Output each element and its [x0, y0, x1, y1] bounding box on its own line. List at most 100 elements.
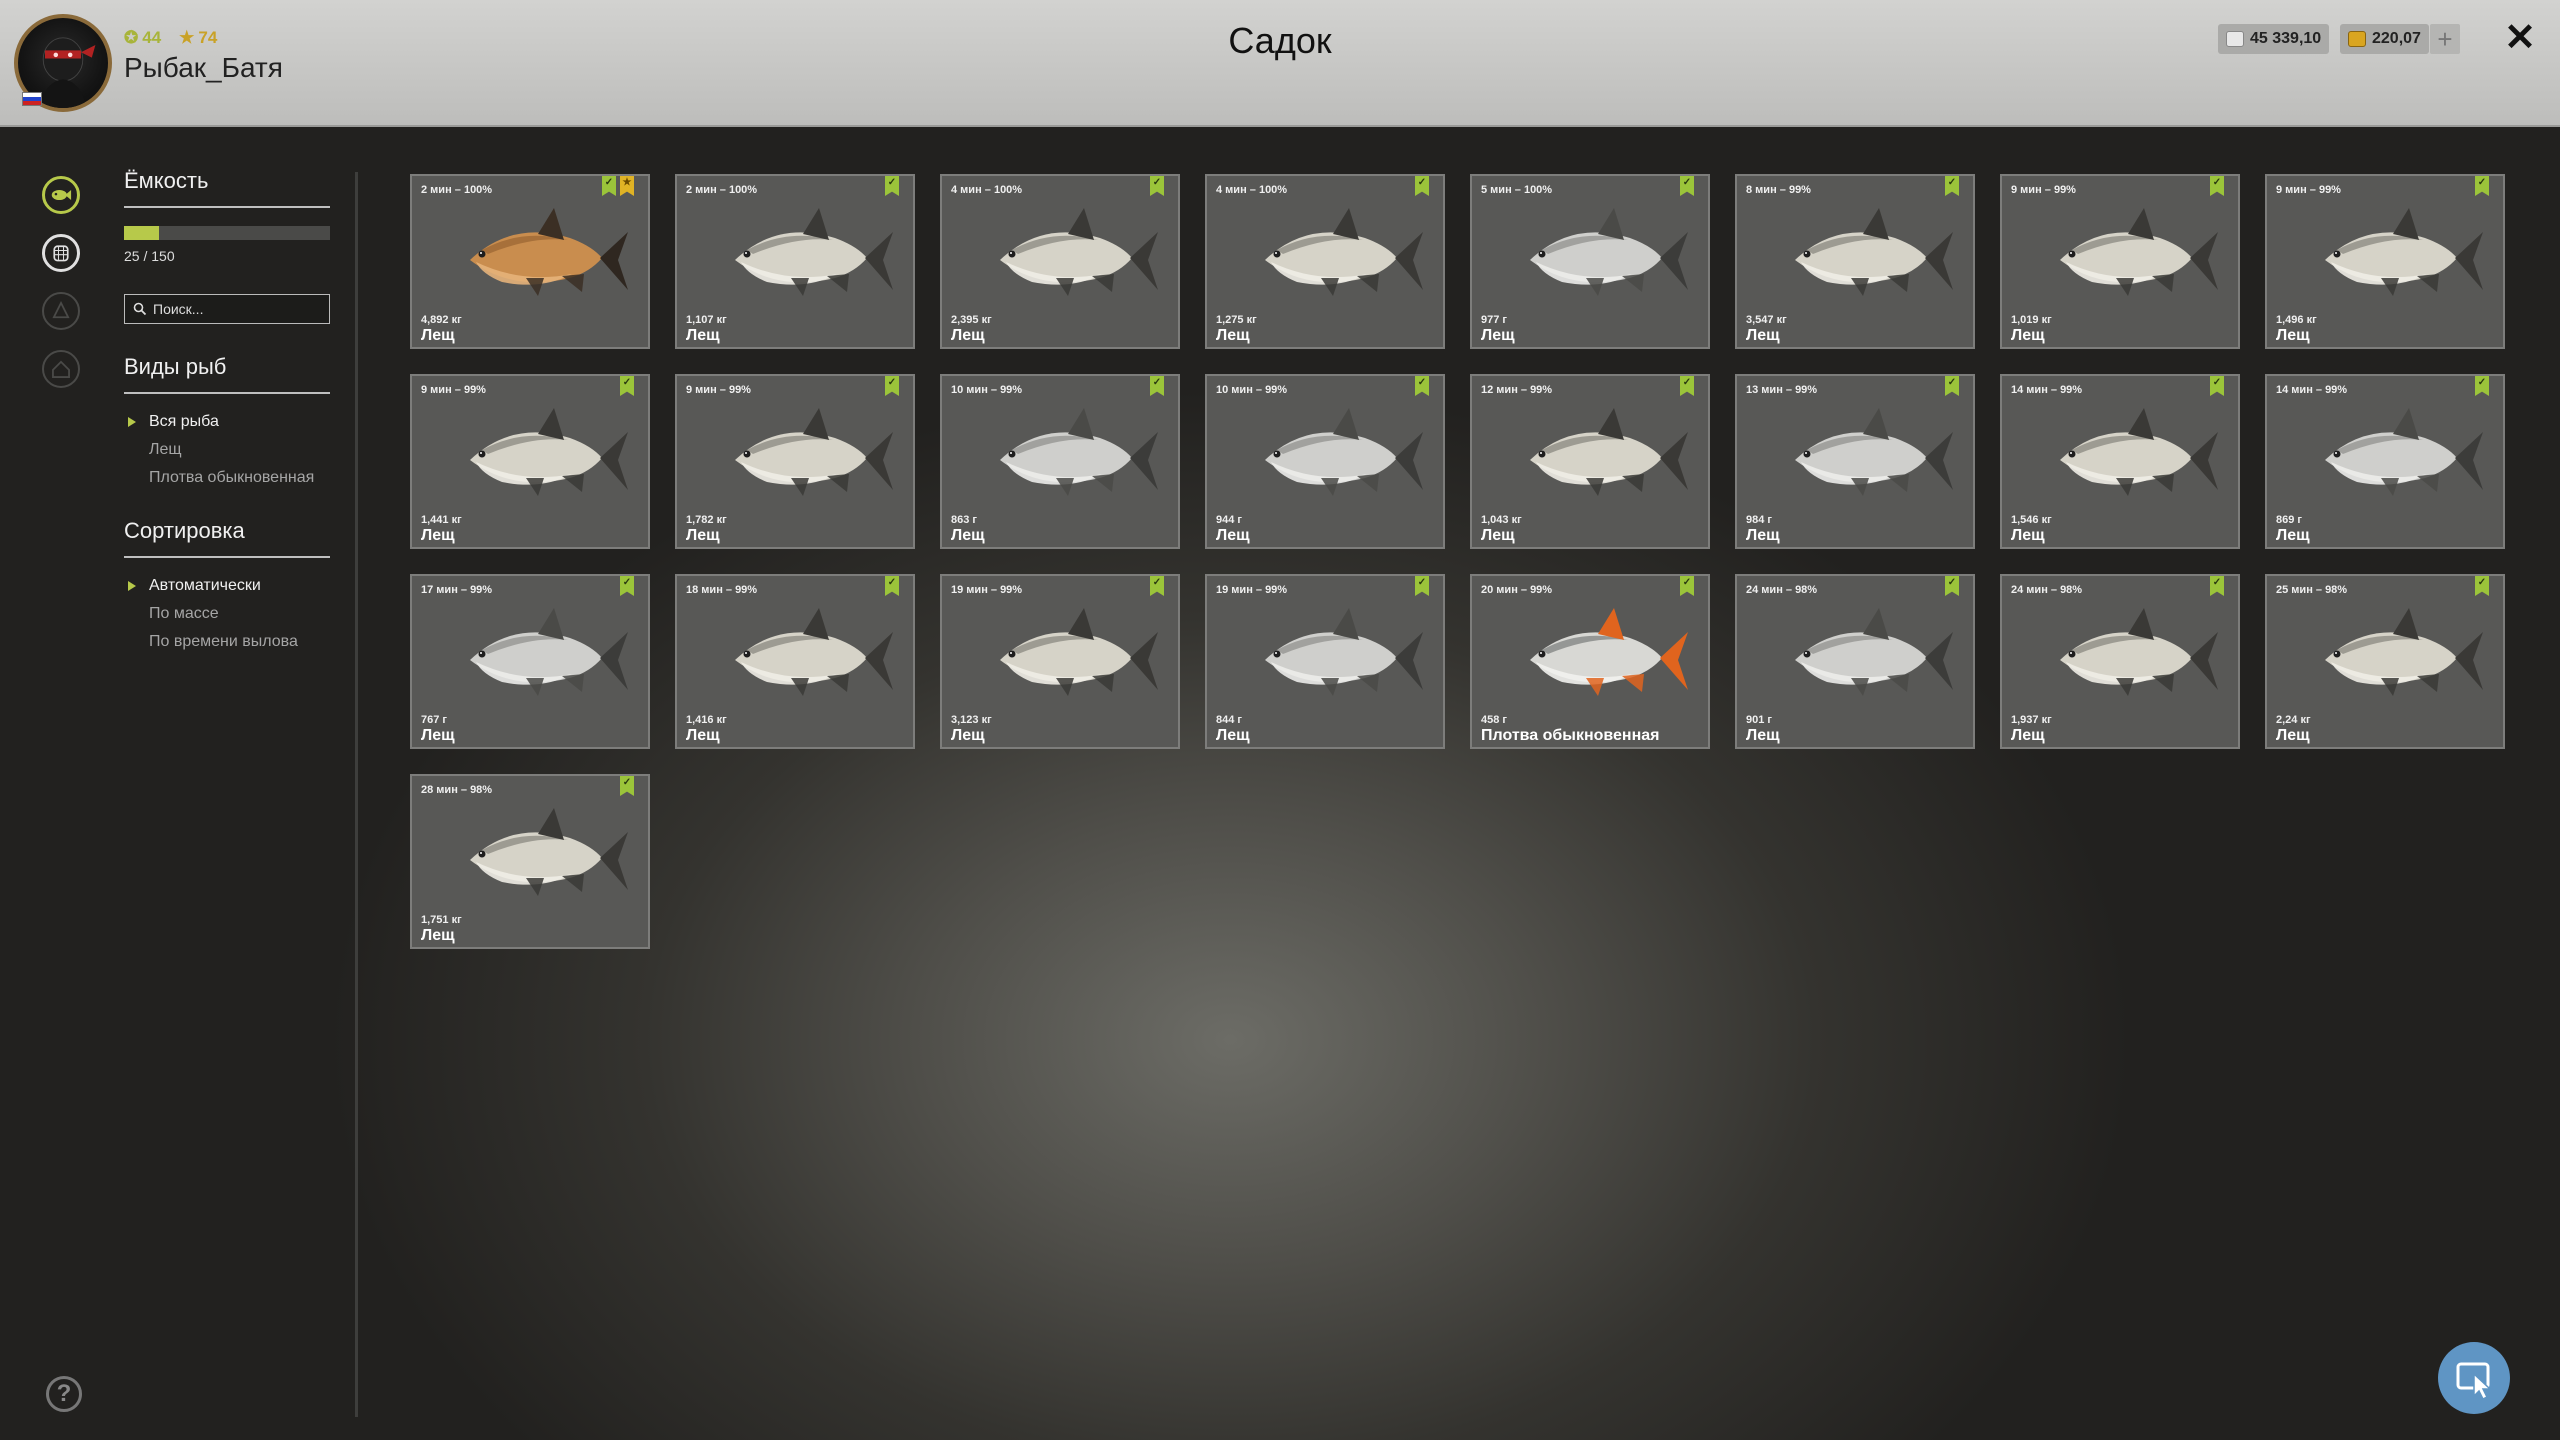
fish-card[interactable]: 12 мин – 99% ✓ 1,043 кг Лещ — [1470, 374, 1710, 549]
username[interactable]: Рыбак_Батя — [124, 52, 283, 84]
keep-bookmark-icon[interactable]: ✓ — [885, 376, 899, 396]
fish-card[interactable]: 20 мин – 99% ✓ 458 г Плотва обыкновенная — [1470, 574, 1710, 749]
catch-time-freshness: 25 мин – 98% — [2276, 584, 2348, 596]
fish-weight: 869 г — [2276, 514, 2302, 526]
fish-card[interactable]: 4 мин – 100% ✓ 1,275 кг Лещ — [1205, 174, 1445, 349]
fish-card[interactable]: 19 мин – 99% ✓ 3,123 кг Лещ — [940, 574, 1180, 749]
fish-image — [1000, 208, 1158, 296]
fish-card[interactable]: 5 мин – 100% ✓ 977 г Лещ — [1470, 174, 1710, 349]
fish-card[interactable]: 13 мин – 99% ✓ 984 г Лещ — [1735, 374, 1975, 549]
fish-card[interactable]: 2 мин – 100% ✓ ★ 4,892 кг Лещ — [410, 174, 650, 349]
rank-value: 74 — [198, 28, 218, 47]
keep-bookmark-icon[interactable]: ✓ — [885, 576, 899, 596]
fish-card[interactable]: 25 мин – 98% ✓ 2,24 кг Лещ — [2265, 574, 2505, 749]
keep-bookmark-icon[interactable]: ✓ — [1680, 176, 1694, 196]
keep-bookmark-icon[interactable]: ✓ — [1415, 576, 1429, 596]
keep-bookmark-icon[interactable]: ✓ — [1945, 576, 1959, 596]
fish-card[interactable]: 4 мин – 100% ✓ 2,395 кг Лещ — [940, 174, 1180, 349]
fish-name: Лещ — [951, 727, 985, 744]
keepnet-tab-icon[interactable] — [42, 234, 80, 272]
fish-card[interactable]: 28 мин – 98% ✓ 1,751 кг Лещ — [410, 774, 650, 949]
help-icon[interactable]: ? — [46, 1376, 82, 1412]
fish-card[interactable]: 9 мин – 99% ✓ 1,441 кг Лещ — [410, 374, 650, 549]
fish-name: Лещ — [2276, 727, 2310, 744]
keep-bookmark-icon[interactable]: ✓ — [2210, 176, 2224, 196]
player-stats: ✪ 44 ★ 74 — [124, 28, 217, 48]
keep-bookmark-icon[interactable]: ✓ — [2210, 576, 2224, 596]
keep-bookmark-icon[interactable]: ✓ — [602, 176, 616, 196]
fish-image — [2060, 408, 2218, 496]
fish-weight: 767 г — [421, 714, 447, 726]
fish-name: Лещ — [2011, 527, 2045, 544]
fish-card[interactable]: 14 мин – 99% ✓ 1,546 кг Лещ — [2000, 374, 2240, 549]
keep-bookmark-icon[interactable]: ✓ — [2475, 376, 2489, 396]
fish-card[interactable]: 2 мин – 100% ✓ 1,107 кг Лещ — [675, 174, 915, 349]
gold-balance[interactable]: 220,07 — [2340, 24, 2429, 54]
fish-card[interactable]: 10 мин – 99% ✓ 863 г Лещ — [940, 374, 1180, 549]
keep-bookmark-icon[interactable]: ✓ — [885, 176, 899, 196]
catch-time-freshness: 19 мин – 99% — [951, 584, 1023, 596]
fish-card[interactable]: 24 мин – 98% ✓ 1,937 кг Лещ — [2000, 574, 2240, 749]
fish-image — [1795, 208, 1953, 296]
cursor-mode-button[interactable] — [2438, 1342, 2510, 1414]
fish-image — [470, 608, 628, 696]
fish-card[interactable]: 18 мин – 99% ✓ 1,416 кг Лещ — [675, 574, 915, 749]
home-tab-icon[interactable] — [42, 350, 80, 388]
catch-time-freshness: 2 мин – 100% — [421, 184, 493, 196]
close-button[interactable]: ✕ — [2500, 18, 2540, 58]
fish-weight: 2,395 кг — [951, 314, 992, 326]
keep-bookmark-icon[interactable]: ✓ — [1680, 376, 1694, 396]
fish-card[interactable]: 8 мин – 99% ✓ 3,547 кг Лещ — [1735, 174, 1975, 349]
fish-card[interactable]: 24 мин – 98% ✓ 901 г Лещ — [1735, 574, 1975, 749]
keep-bookmark-icon[interactable]: ✓ — [620, 776, 634, 796]
species-option-all[interactable]: Вся рыба — [124, 408, 330, 436]
silver-balance[interactable]: 45 339,10 — [2218, 24, 2330, 54]
fish-card[interactable]: 9 мин – 99% ✓ 1,496 кг Лещ — [2265, 174, 2505, 349]
catch-time-freshness: 2 мин – 100% — [686, 184, 758, 196]
fish-name: Лещ — [1216, 727, 1250, 744]
fish-grid: 2 мин – 100% ✓ ★ 4,892 кг Лещ 2 мин – 10… — [410, 174, 2505, 949]
trophy-tab-icon[interactable] — [42, 292, 80, 330]
keep-bookmark-icon[interactable]: ✓ — [1150, 176, 1164, 196]
search-input[interactable] — [153, 301, 323, 317]
catch-time-freshness: 24 мин – 98% — [2011, 584, 2083, 596]
keep-bookmark-icon[interactable]: ✓ — [1150, 376, 1164, 396]
fish-image — [1530, 208, 1688, 296]
search-box[interactable] — [124, 294, 330, 324]
keep-bookmark-icon[interactable]: ✓ — [1415, 376, 1429, 396]
keep-bookmark-icon[interactable]: ✓ — [1680, 576, 1694, 596]
fish-weight: 1,107 кг — [686, 314, 727, 326]
level-icon: ✪ — [124, 28, 139, 47]
keep-bookmark-icon[interactable]: ✓ — [620, 576, 634, 596]
keep-bookmark-icon[interactable]: ✓ — [1150, 576, 1164, 596]
sort-option-auto[interactable]: Автоматически — [124, 572, 330, 600]
fish-card[interactable]: 9 мин – 99% ✓ 1,782 кг Лещ — [675, 374, 915, 549]
keep-bookmark-icon[interactable]: ✓ — [1945, 176, 1959, 196]
keep-bookmark-icon[interactable]: ✓ — [620, 376, 634, 396]
keep-bookmark-icon[interactable]: ✓ — [1415, 176, 1429, 196]
catch-time-freshness: 9 мин – 99% — [2011, 184, 2076, 196]
fish-name: Лещ — [951, 327, 985, 344]
fish-image — [735, 208, 893, 296]
species-option-bream[interactable]: Лещ — [124, 436, 330, 464]
keep-bookmark-icon[interactable]: ✓ — [2210, 376, 2224, 396]
trophy-bookmark-icon[interactable]: ★ — [620, 176, 634, 196]
fish-image — [2060, 608, 2218, 696]
keep-bookmark-icon[interactable]: ✓ — [2475, 176, 2489, 196]
fish-image — [470, 808, 628, 896]
species-option-roach[interactable]: Плотва обыкновенная — [124, 464, 330, 492]
sort-option-time[interactable]: По времени вылова — [124, 628, 330, 656]
keep-bookmark-icon[interactable]: ✓ — [2475, 576, 2489, 596]
fish-card[interactable]: 14 мин – 99% ✓ 869 г Лещ — [2265, 374, 2505, 549]
fish-name: Лещ — [1746, 727, 1780, 744]
fish-card[interactable]: 10 мин – 99% ✓ 944 г Лещ — [1205, 374, 1445, 549]
keep-bookmark-icon[interactable]: ✓ — [1945, 376, 1959, 396]
fish-weight: 1,275 кг — [1216, 314, 1257, 326]
fish-card[interactable]: 19 мин – 99% ✓ 844 г Лещ — [1205, 574, 1445, 749]
add-currency-button[interactable]: + — [2430, 24, 2460, 54]
fish-card[interactable]: 17 мин – 99% ✓ 767 г Лещ — [410, 574, 650, 749]
fish-card[interactable]: 9 мин – 99% ✓ 1,019 кг Лещ — [2000, 174, 2240, 349]
fish-weight: 944 г — [1216, 514, 1242, 526]
fish-tab-icon[interactable] — [42, 176, 80, 214]
sort-option-weight[interactable]: По массе — [124, 600, 330, 628]
